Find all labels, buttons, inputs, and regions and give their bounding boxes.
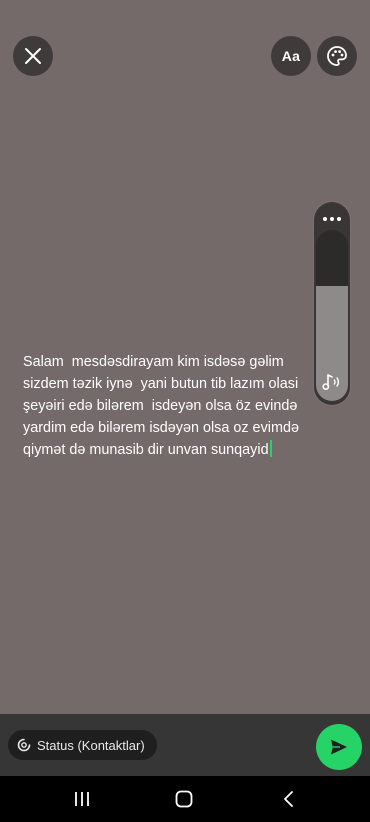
volume-slider[interactable]	[316, 230, 348, 401]
status-audience-button[interactable]: Status (Kontaktlar)	[8, 730, 157, 760]
recent-apps-icon	[75, 792, 89, 806]
background-color-button[interactable]	[317, 36, 357, 76]
palette-icon	[327, 46, 347, 66]
status-audience-label: Status (Kontaktlar)	[37, 737, 145, 753]
composer-bar: Status (Kontaktlar)	[0, 714, 370, 776]
close-button[interactable]	[13, 36, 53, 76]
font-style-button[interactable]: Aa	[271, 36, 311, 76]
volume-panel[interactable]	[314, 202, 350, 405]
close-icon	[25, 48, 41, 64]
status-text: Salam mesdəsdirayam kim isdəsə gəlim siz…	[23, 354, 303, 458]
text-cursor	[269, 440, 272, 457]
more-icon[interactable]	[314, 210, 350, 228]
status-ring-icon	[17, 738, 31, 752]
home-button[interactable]	[171, 786, 197, 812]
send-icon	[331, 739, 347, 755]
system-navigation-bar	[0, 776, 370, 822]
home-icon	[175, 790, 193, 808]
back-icon	[284, 791, 293, 807]
status-text-editor[interactable]: Salam mesdəsdirayam kim isdəsə gəlim siz…	[23, 351, 319, 461]
music-volume-icon	[316, 369, 348, 395]
recent-apps-button[interactable]	[69, 786, 95, 812]
send-button[interactable]	[316, 724, 362, 770]
font-style-label: Aa	[281, 48, 301, 64]
status-canvas[interactable]: Aa Salam mesdəsdirayam kim isdəsə gəlim …	[0, 0, 370, 714]
back-button[interactable]	[276, 786, 302, 812]
